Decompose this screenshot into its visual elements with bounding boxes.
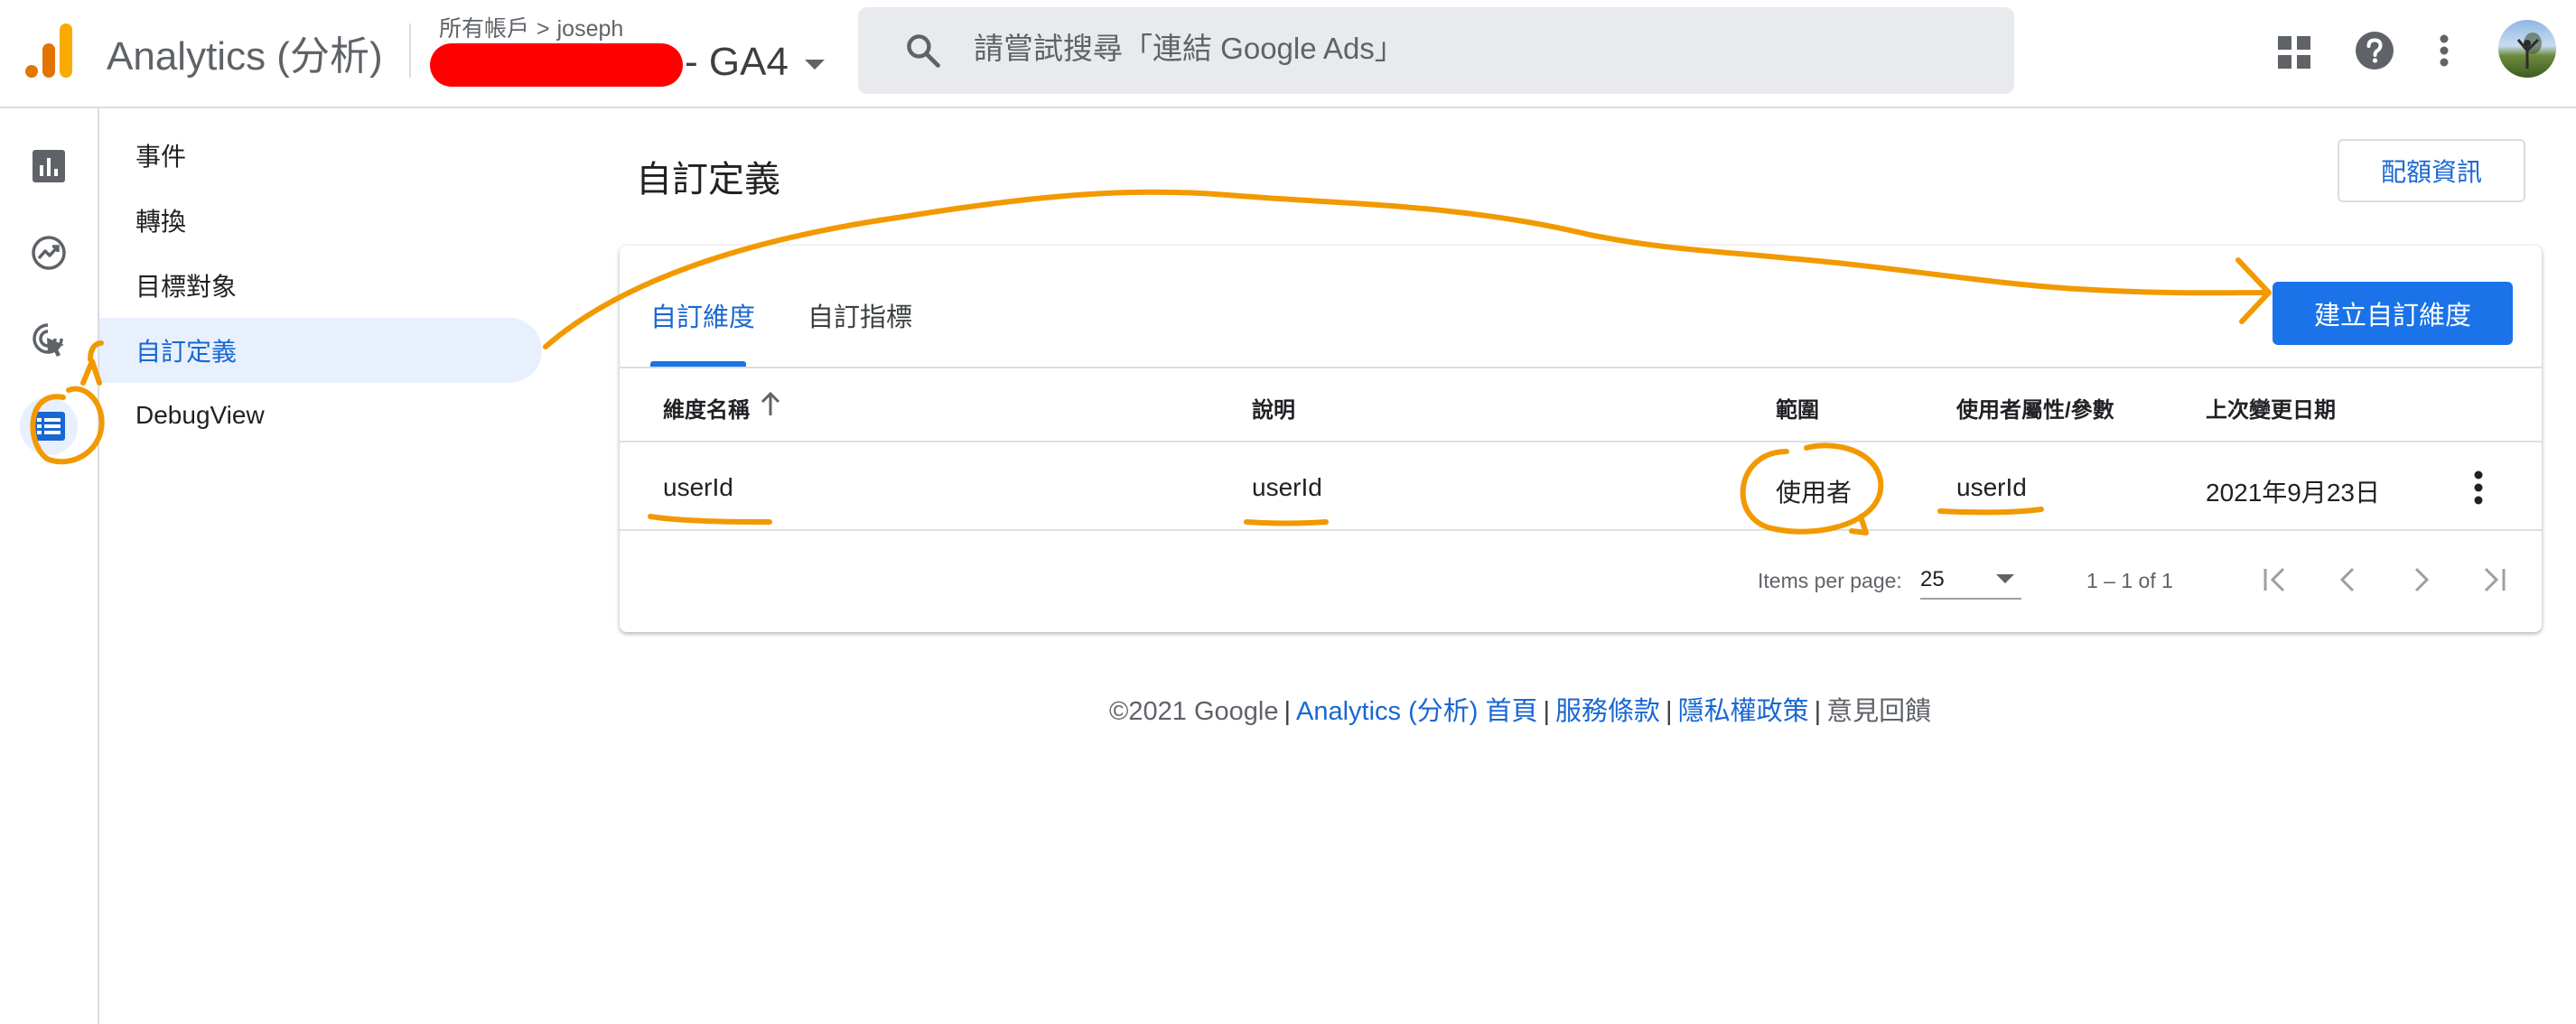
custom-definitions-card: 自訂維度 自訂指標 建立自訂維度 維度名稱 說明 範圍 使用者屬性/參數 上次變… [620, 246, 2542, 632]
avatar[interactable] [2498, 20, 2556, 78]
cell-last-changed: 2021年9月23日 [2206, 479, 2381, 507]
help-icon[interactable] [2355, 31, 2394, 70]
footer-separator: | [1283, 697, 1291, 726]
search-icon[interactable] [903, 31, 943, 70]
header-divider [409, 23, 411, 78]
items-per-page-value: 25 [1920, 567, 1945, 591]
items-per-page-label: Items per page: [1758, 569, 1902, 592]
quota-info-button[interactable]: 配額資訊 [2338, 139, 2525, 202]
chevron-down-icon [1996, 574, 2014, 583]
column-header-description[interactable]: 說明 [1252, 392, 1295, 424]
cell-user-property: userId [1956, 473, 2027, 501]
breadcrumb[interactable]: 所有帳戶 > joseph [439, 11, 623, 43]
analytics-logo[interactable] [25, 23, 76, 78]
reports-icon[interactable] [20, 137, 78, 195]
column-header-user-property[interactable]: 使用者屬性/參數 [1956, 392, 2114, 424]
redaction-mark [430, 43, 683, 87]
pagination-range: 1 – 1 of 1 [2086, 569, 2173, 592]
table-header-divider [620, 441, 2542, 442]
subnav-item-debugview[interactable]: DebugView [99, 383, 542, 448]
row-more-vert-icon[interactable] [2473, 470, 2484, 506]
search-input[interactable] [974, 25, 1994, 72]
footer-feedback[interactable]: 意見回饋 [1826, 697, 1931, 726]
subnav-item-custom-definitions[interactable]: 自訂定義 [99, 318, 542, 383]
cell-scope: 使用者 [1776, 479, 1853, 507]
table-row-divider [620, 529, 2542, 531]
breadcrumb-separator: > [537, 16, 550, 42]
footer-copyright: ©2021 Google [1109, 697, 1279, 726]
cell-description: userId [1252, 473, 1322, 501]
more-vert-icon[interactable] [2439, 34, 2450, 67]
previous-page-icon[interactable] [2330, 562, 2366, 598]
column-header-dimension-name[interactable]: 維度名稱 [663, 392, 750, 424]
breadcrumb-account[interactable]: joseph [557, 16, 624, 42]
create-custom-dimension-button[interactable]: 建立自訂維度 [2273, 282, 2513, 345]
footer-separator: | [1814, 697, 1822, 726]
property-dropdown-icon[interactable] [805, 60, 825, 70]
sort-ascending-icon[interactable] [759, 390, 782, 417]
apps-grid-icon[interactable] [2278, 36, 2310, 69]
breadcrumb-root[interactable]: 所有帳戶 [439, 16, 529, 42]
footer-separator: | [1543, 697, 1551, 726]
footer-link-analytics-home[interactable]: Analytics (分析) 首頁 [1296, 697, 1537, 726]
tab-custom-dimensions[interactable]: 自訂維度 [650, 296, 755, 365]
items-per-page-select[interactable]: 25 [1920, 558, 2021, 600]
subnav-item-conversions[interactable]: 轉換 [99, 188, 542, 253]
subnav-item-events[interactable]: 事件 [99, 123, 542, 188]
cell-dimension-name: userId [663, 473, 733, 501]
advertising-icon[interactable] [20, 311, 78, 368]
footer-separator: | [1666, 697, 1673, 726]
footer-link-terms[interactable]: 服務條款 [1555, 697, 1660, 726]
property-selector-label[interactable]: - GA4 [685, 40, 789, 85]
last-page-icon[interactable] [2475, 562, 2511, 598]
configure-icon[interactable] [20, 397, 78, 455]
app-title: Analytics (分析) [107, 34, 383, 79]
tab-custom-metrics[interactable]: 自訂指標 [807, 296, 912, 365]
next-page-icon[interactable] [2403, 562, 2439, 598]
subnav-item-audiences[interactable]: 目標對象 [99, 253, 542, 318]
column-header-last-changed[interactable]: 上次變更日期 [2206, 392, 2336, 424]
first-page-icon[interactable] [2258, 562, 2294, 598]
column-header-scope[interactable]: 範圍 [1776, 392, 1819, 424]
footer-link-privacy[interactable]: 隱私權政策 [1678, 697, 1809, 726]
footer: ©2021 Google | Analytics (分析) 首頁 | 服務條款 | 隱私權政… [1109, 690, 1931, 728]
tabs-divider [620, 367, 2542, 368]
explore-icon[interactable] [20, 224, 78, 282]
page-title: 自訂定義 [636, 160, 780, 200]
